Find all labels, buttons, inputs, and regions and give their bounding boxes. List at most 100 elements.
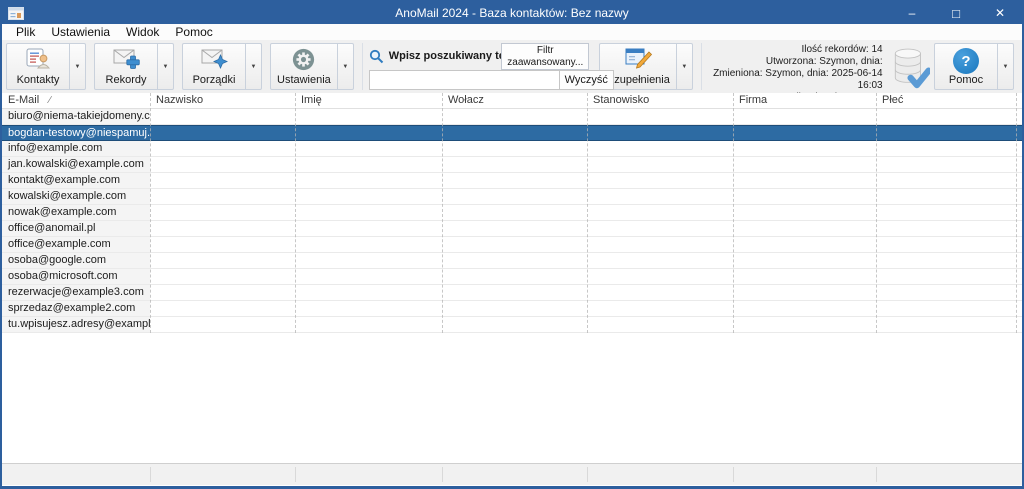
table-row[interactable]: info@example.com (2, 141, 1022, 157)
menu-bar: Plik Ustawienia Widok Pomoc (2, 24, 1022, 41)
column-header-email[interactable]: E-Mail ∕ (2, 93, 150, 108)
ustawienia-dropdown-arrow[interactable]: ▼ (337, 44, 353, 89)
column-header-imie[interactable]: Imię (295, 93, 442, 108)
email-cell: office@example.com (2, 237, 150, 252)
uzupelnienia-label: Uzupełnienia (606, 74, 670, 86)
email-cell: nowak@example.com (2, 205, 150, 220)
window-title: AnoMail 2024 - Baza kontaktów: Bez nazwy (2, 6, 1022, 20)
table-row[interactable]: office@anomail.pl (2, 221, 1022, 237)
email-cell: rezerwacje@example3.com (2, 285, 150, 300)
envelope-plus-icon (113, 48, 140, 69)
porzadki-dropdown-arrow[interactable]: ▼ (245, 44, 261, 89)
email-cell: osoba@google.com (2, 253, 150, 268)
toolbar-separator (701, 43, 702, 90)
pomoc-label: Pomoc (949, 74, 983, 86)
email-cell: osoba@microsoft.com (2, 269, 150, 284)
email-cell: info@example.com (2, 141, 150, 156)
maximize-button[interactable]: □ (934, 2, 978, 24)
search-group: Wpisz poszukiwany tekst: Filtr zaawansow… (369, 43, 590, 91)
porzadki-button-main[interactable]: Porządki (183, 44, 245, 89)
window-pencil-icon (625, 48, 652, 70)
close-button[interactable]: ✕ (978, 2, 1022, 24)
rekordy-label: Rekordy (106, 74, 147, 86)
title-bar: AnoMail 2024 - Baza kontaktów: Bez nazwy… (2, 2, 1022, 24)
menu-plik[interactable]: Plik (8, 25, 43, 39)
pomoc-dropdown-arrow[interactable]: ▼ (997, 44, 1013, 89)
email-cell: bogdan-testowy@niespamuj.pl (2, 126, 150, 140)
ustawienia-button-main[interactable]: Ustawienia (271, 44, 337, 89)
column-header-firma[interactable]: Firma (733, 93, 876, 108)
table-row[interactable]: rezerwacje@example3.com (2, 285, 1022, 301)
pomoc-button-main[interactable]: ? Pomoc (935, 44, 997, 89)
contacts-icon (26, 48, 50, 69)
column-header-wolacz[interactable]: Wołacz (442, 93, 587, 108)
table-row[interactable]: nowak@example.com (2, 205, 1022, 221)
status-bar (2, 463, 1022, 485)
table-row[interactable]: bogdan-testowy@niespamuj.pl (2, 125, 1022, 141)
table-row[interactable]: osoba@microsoft.com (2, 269, 1022, 285)
status-bar-divider (295, 467, 296, 482)
column-header-plec[interactable]: Płeć (876, 93, 1022, 108)
email-cell: jan.kowalski@example.com (2, 157, 150, 172)
kontakty-label: Kontakty (17, 74, 60, 86)
search-input-row: Wyczyść (369, 70, 614, 90)
pomoc-button[interactable]: ? Pomoc ▼ (934, 43, 1014, 90)
rekordy-button-main[interactable]: Rekordy (95, 44, 157, 89)
contact-table-body: biuro@niema-takiejdomeny.com bogdan-testo… (2, 109, 1022, 333)
gear-icon (292, 48, 315, 71)
modified-info: Zmieniona: Szymon, dnia: 2025-06-14 16:0… (710, 68, 883, 92)
kontakty-dropdown-arrow[interactable]: ▼ (69, 44, 85, 89)
menu-pomoc[interactable]: Pomoc (167, 25, 220, 39)
menu-widok[interactable]: Widok (118, 25, 167, 39)
column-header-stanowisko[interactable]: Stanowisko (587, 93, 733, 108)
app-icon (8, 7, 24, 20)
table-row[interactable]: tu.wpisujesz.adresy@example.c... (2, 317, 1022, 333)
ustawienia-button[interactable]: Ustawienia ▼ (270, 43, 354, 90)
kontakty-button[interactable]: Kontakty ▼ (6, 43, 86, 90)
email-cell: kontakt@example.com (2, 173, 150, 188)
kontakty-button-main[interactable]: Kontakty (7, 44, 69, 89)
filter-button-line1: Filtr (502, 45, 588, 57)
column-header-nazwisko[interactable]: Nazwisko (150, 93, 295, 108)
menu-ustawienia[interactable]: Ustawienia (43, 25, 118, 39)
column-header-email-label: E-Mail (8, 94, 39, 106)
rekordy-button[interactable]: Rekordy ▼ (94, 43, 174, 90)
table-row[interactable]: sprzedaz@example2.com (2, 301, 1022, 317)
rekordy-dropdown-arrow[interactable]: ▼ (157, 44, 173, 89)
clear-button[interactable]: Wyczyść (559, 70, 614, 90)
email-cell: biuro@niema-takiejdomeny.com (2, 109, 150, 124)
table-row[interactable]: office@example.com (2, 237, 1022, 253)
table-header: E-Mail∕ Nazwisko Imię Wołacz Stanowisko … (2, 93, 1022, 109)
email-cell: office@anomail.pl (2, 221, 150, 236)
ustawienia-label: Ustawienia (277, 74, 331, 86)
search-icon (369, 49, 384, 64)
sort-ascending-icon: ∕ (49, 95, 51, 106)
status-bar-divider (442, 467, 443, 482)
help-icon: ? (953, 48, 979, 74)
table-row[interactable]: kontakt@example.com (2, 173, 1022, 189)
contact-table: E-Mail∕ Nazwisko Imię Wołacz Stanowisko … (2, 93, 1022, 333)
toolbar-separator (362, 43, 363, 90)
record-count: Ilość rekordów: 14 (710, 44, 883, 56)
email-cell: tu.wpisujesz.adresy@example.c... (2, 317, 150, 332)
table-row[interactable]: biuro@niema-takiejdomeny.com (2, 109, 1022, 125)
empty-area (2, 333, 1022, 463)
app-window: AnoMail 2024 - Baza kontaktów: Bez nazwy… (0, 0, 1024, 489)
minimize-button[interactable]: – (890, 2, 934, 24)
email-cell: sprzedaz@example2.com (2, 301, 150, 316)
status-bar-divider (587, 467, 588, 482)
status-bar-divider (876, 467, 877, 482)
window-controls: – □ ✕ (890, 2, 1022, 24)
advanced-filter-button[interactable]: Filtr zaawansowany... (501, 43, 589, 70)
status-bar-divider (733, 467, 734, 482)
table-row[interactable]: jan.kowalski@example.com (2, 157, 1022, 173)
filter-button-line2: zaawansowany... (502, 57, 588, 69)
database-icon (889, 44, 930, 91)
uzupelnienia-dropdown-arrow[interactable]: ▼ (676, 44, 692, 89)
email-cell: kowalski@example.com (2, 189, 150, 204)
table-row[interactable]: osoba@google.com (2, 253, 1022, 269)
porzadki-button[interactable]: Porządki ▼ (182, 43, 262, 90)
toolbar: Kontakty ▼ Rekordy ▼ (2, 41, 1022, 93)
table-row[interactable]: kowalski@example.com (2, 189, 1022, 205)
search-input[interactable] (369, 70, 559, 90)
